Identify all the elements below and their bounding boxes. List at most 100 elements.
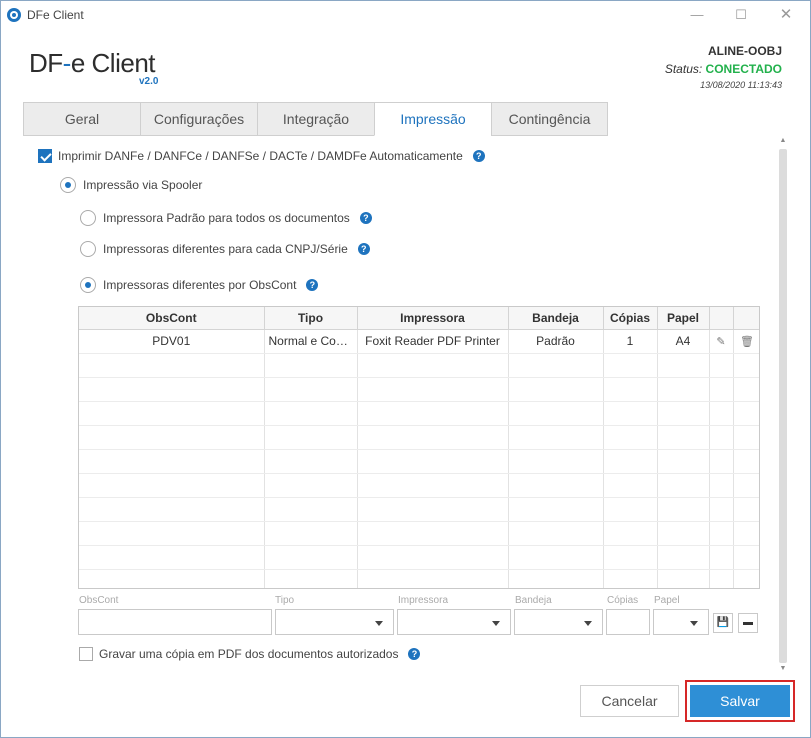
printer-cnpj-option[interactable]: Impressoras diferentes para cada CNPJ/Sé… xyxy=(80,241,370,257)
bandeja-field-label: Bandeja xyxy=(515,595,552,606)
col-obscont[interactable]: ObsCont xyxy=(79,307,265,330)
copias-input[interactable] xyxy=(606,609,650,635)
printer-default-radio[interactable] xyxy=(80,210,96,226)
printer-obscont-option[interactable]: Impressoras diferentes por ObsCont ? xyxy=(80,277,319,293)
question-icon[interactable]: ? xyxy=(357,243,370,255)
logo-text-rest: e Client xyxy=(70,48,156,78)
floppy-icon[interactable]: 💾 xyxy=(713,613,733,633)
chevron-down-icon xyxy=(690,621,698,626)
printer-default-option[interactable]: Impressora Padrão para todos os document… xyxy=(80,210,372,226)
col-delete xyxy=(733,307,759,330)
logo-text: DF xyxy=(29,48,63,78)
window-title: DFe Client xyxy=(27,8,84,22)
app-logo-icon xyxy=(7,8,21,22)
table-row[interactable]: PDV01 Normal e Cont... Foxit Reader PDF … xyxy=(79,329,759,354)
tab-bar: Geral Configurações Integração Impressão… xyxy=(23,102,608,136)
logo-version: v2.0 xyxy=(139,76,159,87)
cell-impressora: Foxit Reader PDF Printer xyxy=(357,329,509,354)
status-label: Status: xyxy=(664,62,703,76)
save-button[interactable]: Salvar xyxy=(690,685,790,717)
app-window: DFe Client — ☐ ✕ DF-e Client v2.0 ALINE-… xyxy=(0,0,811,738)
col-edit xyxy=(709,307,734,330)
obscont-printers-table: ObsCont Tipo Impressora Bandeja Cópias P… xyxy=(78,306,760,589)
auto-print-checkbox[interactable] xyxy=(38,149,52,163)
tab-integracao[interactable]: Integração xyxy=(257,102,374,136)
cell-bandeja: Padrão xyxy=(508,329,604,354)
question-icon[interactable]: ? xyxy=(408,648,421,660)
maximize-button[interactable]: ☐ xyxy=(729,5,753,25)
tab-configuracoes[interactable]: Configurações xyxy=(140,102,257,136)
tab-geral[interactable]: Geral xyxy=(23,102,140,136)
connection-status: Status: CONECTADO xyxy=(665,62,782,76)
pdf-copy-label: Gravar uma cópia em PDF dos documentos a… xyxy=(99,647,399,661)
auto-print-option[interactable]: Imprimir DANFe / DANFCe / DANFSe / DACTe… xyxy=(38,149,485,163)
table-row-empty xyxy=(79,425,759,450)
table-row-empty xyxy=(79,449,759,474)
spooler-radio[interactable] xyxy=(60,177,76,193)
scroll-thumb[interactable] xyxy=(779,149,787,663)
title-bar: DFe Client — ☐ ✕ xyxy=(1,1,810,29)
auto-print-label: Imprimir DANFe / DANFCe / DANFSe / DACTe… xyxy=(58,149,463,163)
vertical-scrollbar[interactable]: ▲ ▼ xyxy=(776,135,790,679)
obscont-input[interactable] xyxy=(78,609,272,635)
bandeja-select[interactable] xyxy=(514,609,603,635)
trash-icon[interactable]: 🗑 xyxy=(733,329,759,354)
copias-field-label: Cópias xyxy=(607,595,639,606)
papel-select[interactable] xyxy=(653,609,709,635)
question-icon[interactable]: ? xyxy=(306,279,319,291)
spooler-label: Impressão via Spooler xyxy=(83,178,203,192)
tab-impressao[interactable]: Impressão xyxy=(374,102,491,136)
edit-icon[interactable]: ✎ xyxy=(709,329,734,354)
impressora-select[interactable] xyxy=(397,609,511,635)
printer-cnpj-label: Impressoras diferentes para cada CNPJ/Sé… xyxy=(103,242,348,256)
printer-cnpj-radio[interactable] xyxy=(80,241,96,257)
pdf-copy-option[interactable]: Gravar uma cópia em PDF dos documentos a… xyxy=(79,647,421,661)
table-row-empty xyxy=(79,545,759,570)
machine-name: ALINE-OOBJ xyxy=(707,44,782,58)
minimize-button[interactable]: — xyxy=(685,5,709,25)
scroll-down-icon[interactable]: ▼ xyxy=(778,665,788,675)
brand-logo: DF-e Client xyxy=(29,48,156,79)
status-value: CONECTADO xyxy=(705,62,782,76)
cell-papel: A4 xyxy=(657,329,710,354)
scroll-up-icon[interactable]: ▲ xyxy=(778,137,788,147)
cell-copias: 1 xyxy=(603,329,658,354)
chevron-down-icon xyxy=(492,621,500,626)
table-row-empty xyxy=(79,353,759,378)
printer-obscont-label: Impressoras diferentes por ObsCont xyxy=(103,278,297,292)
question-icon[interactable]: ? xyxy=(472,150,485,162)
status-datetime: 13/08/2020 11:13:43 xyxy=(700,80,782,90)
spooler-option[interactable]: Impressão via Spooler xyxy=(60,177,202,193)
papel-field-label: Papel xyxy=(654,595,680,606)
chevron-down-icon xyxy=(375,621,383,626)
tab-label: Contingência xyxy=(508,111,591,127)
cell-tipo: Normal e Cont... xyxy=(264,329,358,354)
table-row-empty xyxy=(79,377,759,402)
table-row-empty xyxy=(79,473,759,498)
table-row-empty xyxy=(79,521,759,546)
printer-default-label: Impressora Padrão para todos os document… xyxy=(103,211,350,225)
pdf-copy-checkbox[interactable] xyxy=(79,647,93,661)
eraser-icon[interactable]: ▬ xyxy=(738,613,758,633)
close-button[interactable]: ✕ xyxy=(774,5,798,25)
cell-obscont: PDV01 xyxy=(79,329,265,354)
tab-label: Configurações xyxy=(153,111,245,127)
tab-label: Impressão xyxy=(400,111,466,127)
tab-label: Geral xyxy=(64,111,100,127)
chevron-down-icon xyxy=(584,621,592,626)
printer-obscont-radio[interactable] xyxy=(80,277,96,293)
table-row-empty xyxy=(79,569,759,588)
col-tipo[interactable]: Tipo xyxy=(264,307,358,330)
col-impressora[interactable]: Impressora xyxy=(357,307,509,330)
col-papel[interactable]: Papel xyxy=(657,307,710,330)
table-header-row: ObsCont Tipo Impressora Bandeja Cópias P… xyxy=(79,307,759,330)
cancel-button[interactable]: Cancelar xyxy=(580,685,679,717)
col-copias[interactable]: Cópias xyxy=(603,307,658,330)
tipo-select[interactable] xyxy=(275,609,394,635)
tab-label: Integração xyxy=(282,111,350,127)
logo-dash: - xyxy=(62,48,72,78)
tab-contingencia[interactable]: Contingência xyxy=(491,102,608,136)
col-bandeja[interactable]: Bandeja xyxy=(508,307,604,330)
question-icon[interactable]: ? xyxy=(359,212,372,224)
impressora-field-label: Impressora xyxy=(398,595,449,606)
